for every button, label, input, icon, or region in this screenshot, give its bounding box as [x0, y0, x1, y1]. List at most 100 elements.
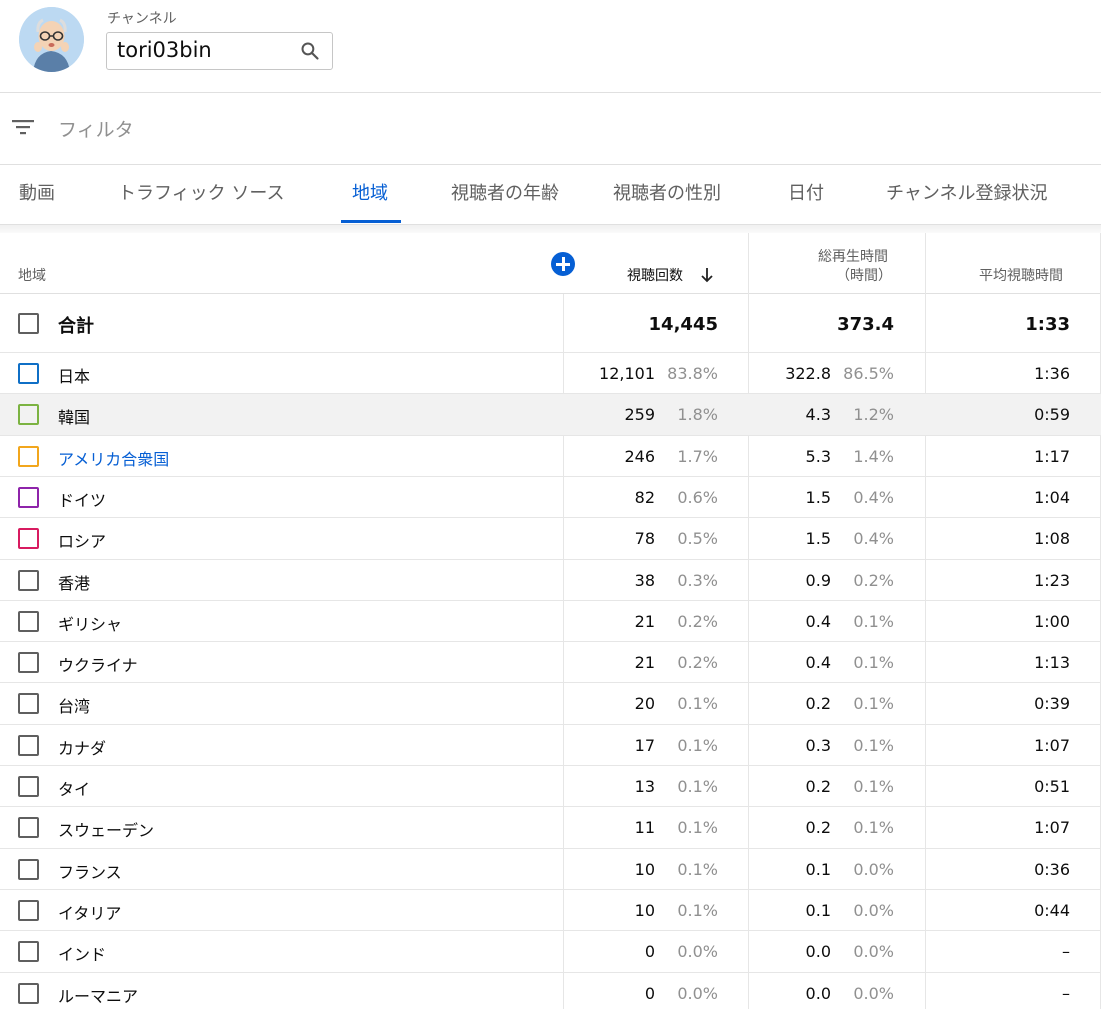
- watch-time-percent: 0.1%: [853, 612, 894, 631]
- avg-duration-value: 1:36: [1034, 364, 1070, 383]
- avg-duration-value: 0:44: [1034, 901, 1070, 920]
- total-label: 合計: [58, 316, 94, 337]
- tab-viewer-gender[interactable]: 視聴者の性別: [613, 179, 721, 205]
- table-row[interactable]: スウェーデン 11 0.1% 0.2 0.1% 1:07: [0, 807, 1101, 849]
- header-watch-time-unit: （時間）: [836, 268, 892, 284]
- filter-bar[interactable]: フィルタ: [0, 93, 1101, 165]
- tab-date[interactable]: 日付: [788, 179, 824, 205]
- filter-placeholder[interactable]: フィルタ: [58, 115, 134, 142]
- region-name: スウェーデン: [58, 821, 155, 840]
- row-checkbox[interactable]: [18, 817, 39, 838]
- region-name: ウクライナ: [58, 656, 138, 675]
- row-checkbox[interactable]: [18, 941, 39, 962]
- header-views[interactable]: 視聴回数: [627, 265, 683, 285]
- region-name: ドイツ: [58, 491, 107, 510]
- channel-selector[interactable]: tori03bin: [106, 32, 333, 70]
- watch-time-percent: 0.0%: [853, 942, 894, 961]
- watch-time-value: 0.3: [805, 736, 831, 755]
- watch-time-value: 0.2: [805, 818, 831, 837]
- views-percent: 0.1%: [677, 901, 718, 920]
- views-value: 0: [644, 942, 655, 961]
- watch-time-percent: 0.1%: [853, 653, 894, 672]
- tab-viewer-age[interactable]: 視聴者の年齢: [451, 179, 559, 205]
- table-row[interactable]: フランス 10 0.1% 0.1 0.0% 0:36: [0, 849, 1101, 890]
- table-row[interactable]: 台湾 20 0.1% 0.2 0.1% 0:39: [0, 683, 1101, 725]
- watch-time-value: 5.3: [805, 447, 831, 466]
- table-row[interactable]: ウクライナ 21 0.2% 0.4 0.1% 1:13: [0, 642, 1101, 683]
- watch-time-value: 1.5: [805, 488, 831, 507]
- views-value: 21: [634, 612, 655, 631]
- tab-subscription-status[interactable]: チャンネル登録状況: [886, 179, 1047, 205]
- row-checkbox[interactable]: [18, 859, 39, 880]
- watch-time-percent: 0.0%: [853, 901, 894, 920]
- watch-time-percent: 0.4%: [853, 529, 894, 548]
- views-percent: 0.5%: [677, 529, 718, 548]
- sort-down-arrow-icon[interactable]: [700, 267, 714, 283]
- watch-time-value: 0.4: [805, 612, 831, 631]
- table-row[interactable]: ギリシャ 21 0.2% 0.4 0.1% 1:00: [0, 601, 1101, 642]
- region-name: イタリア: [58, 904, 122, 923]
- watch-time-value: 0.4: [805, 653, 831, 672]
- row-checkbox[interactable]: [18, 900, 39, 921]
- tab-videos[interactable]: 動画: [19, 179, 55, 205]
- watch-time-value: 322.8: [785, 364, 831, 383]
- row-checkbox[interactable]: [18, 652, 39, 673]
- add-metric-button[interactable]: [551, 252, 575, 276]
- row-checkbox[interactable]: [18, 446, 39, 467]
- row-checkbox[interactable]: [18, 487, 39, 508]
- tabs-divider: [0, 225, 1101, 233]
- table-row[interactable]: ロシア 78 0.5% 1.5 0.4% 1:08: [0, 518, 1101, 560]
- row-checkbox[interactable]: [18, 983, 39, 1004]
- views-percent: 0.0%: [677, 984, 718, 1003]
- views-value: 10: [634, 901, 655, 920]
- table-row[interactable]: 日本 12,101 83.8% 322.8 86.5% 1:36: [0, 353, 1101, 394]
- header-avg-view-duration[interactable]: 平均視聴時間: [979, 265, 1063, 285]
- watch-time-percent: 0.1%: [853, 777, 894, 796]
- row-checkbox[interactable]: [18, 404, 39, 425]
- views-percent: 0.2%: [677, 653, 718, 672]
- row-checkbox[interactable]: [18, 611, 39, 632]
- table-row[interactable]: アメリカ合衆国 246 1.7% 5.3 1.4% 1:17: [0, 436, 1101, 477]
- search-icon[interactable]: [300, 41, 320, 61]
- row-checkbox[interactable]: [18, 735, 39, 756]
- row-checkbox[interactable]: [18, 363, 39, 384]
- table-row[interactable]: 香港 38 0.3% 0.9 0.2% 1:23: [0, 560, 1101, 601]
- watch-time-percent: 0.2%: [853, 571, 894, 590]
- table-row[interactable]: インド 0 0.0% 0.0 0.0% –: [0, 931, 1101, 973]
- watch-time-value: 0.2: [805, 694, 831, 713]
- tab-geography[interactable]: 地域: [352, 179, 388, 205]
- table-row[interactable]: 韓国 259 1.8% 4.3 1.2% 0:59: [0, 394, 1101, 436]
- total-checkbox[interactable]: [18, 313, 39, 334]
- watch-time-value: 0.9: [805, 571, 831, 590]
- header-region[interactable]: 地域: [18, 265, 46, 285]
- region-name: カナダ: [58, 739, 107, 758]
- table-row[interactable]: イタリア 10 0.1% 0.1 0.0% 0:44: [0, 890, 1101, 931]
- table-row[interactable]: ドイツ 82 0.6% 1.5 0.4% 1:04: [0, 477, 1101, 518]
- row-checkbox[interactable]: [18, 693, 39, 714]
- watch-time-percent: 0.4%: [853, 488, 894, 507]
- watch-time-percent: 0.1%: [853, 818, 894, 837]
- region-name[interactable]: アメリカ合衆国: [58, 446, 169, 470]
- views-percent: 0.6%: [677, 488, 718, 507]
- views-value: 12,101: [599, 364, 655, 383]
- row-checkbox[interactable]: [18, 528, 39, 549]
- views-percent: 0.1%: [677, 818, 718, 837]
- avatar-illustration: [19, 7, 84, 72]
- views-percent: 1.7%: [677, 447, 718, 466]
- header-watch-time[interactable]: 総再生時間: [818, 246, 888, 266]
- table-row[interactable]: タイ 13 0.1% 0.2 0.1% 0:51: [0, 766, 1101, 807]
- watch-time-value: 0.1: [805, 901, 831, 920]
- avg-duration-value: 1:07: [1034, 818, 1070, 837]
- tab-traffic-source[interactable]: トラフィック ソース: [118, 179, 284, 205]
- row-checkbox[interactable]: [18, 570, 39, 591]
- filter-icon[interactable]: [12, 119, 34, 135]
- views-percent: 83.8%: [667, 364, 718, 383]
- avg-duration-value: 1:00: [1034, 612, 1070, 631]
- channel-avatar[interactable]: [19, 7, 84, 72]
- total-watch-time: 373.4: [837, 314, 894, 335]
- avg-duration-value: 1:17: [1034, 447, 1070, 466]
- row-checkbox[interactable]: [18, 776, 39, 797]
- table-row[interactable]: ルーマニア 0 0.0% 0.0 0.0% –: [0, 973, 1101, 1009]
- channel-name: tori03bin: [117, 38, 212, 62]
- table-row[interactable]: カナダ 17 0.1% 0.3 0.1% 1:07: [0, 725, 1101, 766]
